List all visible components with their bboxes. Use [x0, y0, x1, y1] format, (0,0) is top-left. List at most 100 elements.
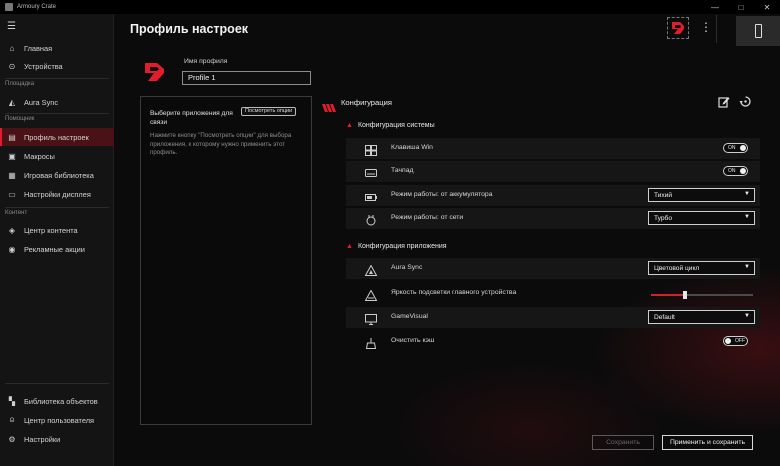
- edit-icon[interactable]: [718, 95, 730, 113]
- toggle-state: ON: [728, 168, 736, 174]
- apps-description: Нажмите кнопку "Посмотреть опции" для вы…: [150, 132, 292, 156]
- chevron-down-icon: ▼: [744, 191, 750, 197]
- section-label: Площадка: [5, 81, 35, 87]
- profile-name-input[interactable]: Profile 1: [182, 71, 311, 85]
- sidebar-item-display-settings[interactable]: ▭ Настройки дисплея: [0, 185, 114, 203]
- setting-row-battery-mode: Режим работы: от аккумулятора Тихий ▼: [346, 185, 760, 206]
- window-title: Armoury Crate: [17, 4, 57, 10]
- chevron-down-icon: ▼: [744, 264, 750, 270]
- profile-icon: ▤: [8, 132, 16, 142]
- devices-icon: ⊙: [8, 61, 16, 71]
- toggle-knob: [725, 338, 731, 344]
- save-button[interactable]: Сохранить: [592, 435, 654, 450]
- menu-icon[interactable]: ☰: [7, 21, 16, 32]
- sidebar-item-devices[interactable]: ⊙ Устройства: [0, 57, 114, 75]
- sidebar-item-game-library[interactable]: ▦ Игровая библиотека: [0, 166, 114, 184]
- slider-fill: [651, 294, 685, 296]
- sidebar-item-label: Библиотека объектов: [24, 396, 98, 406]
- app-logo-icon: [5, 3, 13, 11]
- sidebar-item-label: Настройки: [24, 434, 61, 444]
- sidebar-item-label: Устройства: [24, 61, 63, 71]
- divider: [716, 15, 717, 43]
- setting-row-ac-mode: Режим работы: от сети Турбо ▼: [346, 208, 760, 229]
- setting-label: Очистить кэш: [391, 337, 435, 344]
- clear-cache-toggle[interactable]: OFF: [723, 336, 748, 346]
- chevron-down-icon: ▼: [744, 313, 750, 319]
- apply-save-button[interactable]: Применить и сохранить: [662, 435, 753, 450]
- apps-title: Выберите приложения для связи: [150, 110, 233, 126]
- ac-mode-select[interactable]: Турбо ▼: [648, 211, 755, 225]
- sidebar-item-user-center[interactable]: ⍝ Центр пользователя: [0, 411, 114, 429]
- section-title: Конфигурация приложения: [357, 243, 447, 250]
- sidebar-item-assets-library[interactable]: ▚ Библиотека объектов: [0, 392, 114, 410]
- config-title: Конфигурация: [341, 98, 392, 107]
- battery-icon: [365, 190, 377, 201]
- sidebar-item-label: Игровая библиотека: [24, 170, 94, 180]
- broom-icon: [365, 336, 377, 349]
- close-button[interactable]: ✕: [754, 3, 780, 12]
- chevron-down-icon: ▼: [744, 214, 750, 220]
- sidebar-item-content-center[interactable]: ◈ Центр контента: [0, 221, 114, 239]
- title-bar: Armoury Crate — □ ✕: [0, 0, 780, 14]
- setting-label: Тачпад: [391, 167, 414, 174]
- maximize-button[interactable]: □: [728, 3, 754, 12]
- profile-name-label: Имя профиля: [184, 58, 228, 65]
- slider-thumb[interactable]: [682, 291, 687, 299]
- sidebar-item-promotions[interactable]: ◉ Рекламные акции: [0, 240, 114, 258]
- setting-row-clear-cache: Очистить кэш OFF: [346, 331, 760, 352]
- sidebar-item-macros[interactable]: ▣ Макросы: [0, 147, 114, 165]
- aura-icon: ◭: [8, 97, 16, 107]
- gamevisual-select[interactable]: Default ▼: [648, 310, 755, 324]
- config-mark-icon: [322, 99, 336, 117]
- windows-key-icon: [365, 143, 377, 156]
- section-label: Помощник: [5, 116, 35, 122]
- aura-sync-select[interactable]: Цветовой цикл ▼: [648, 261, 755, 275]
- library-icon: ▦: [8, 170, 16, 180]
- battery-mode-select[interactable]: Тихий ▼: [648, 188, 755, 202]
- section-title: Конфигурация системы: [357, 122, 435, 129]
- setting-row-win-key: Клавиша Win ON: [346, 138, 760, 159]
- setting-label: Яркость подсветки главного устройства: [391, 289, 517, 296]
- device-button[interactable]: [736, 16, 780, 46]
- touchpad-toggle[interactable]: ON: [723, 166, 748, 176]
- sidebar-item-label: Центр контента: [24, 225, 78, 235]
- sidebar-item-settings[interactable]: ⚙ Настройки: [0, 430, 114, 448]
- reset-icon[interactable]: [739, 95, 752, 113]
- sidebar-item-home[interactable]: ⌂ Главная: [0, 39, 114, 57]
- sidebar-item-aura-sync[interactable]: ◭ Aura Sync: [0, 93, 114, 111]
- phone-icon: [754, 24, 762, 38]
- power-plug-icon: [365, 213, 377, 226]
- macros-icon: ▣: [8, 151, 16, 161]
- select-value: Тихий: [654, 192, 673, 199]
- toggle-knob: [740, 168, 746, 174]
- sidebar-item-label: Рекламные акции: [24, 244, 85, 254]
- rog-logo-icon: [672, 22, 684, 34]
- aura-icon: [364, 263, 378, 276]
- app-config-section: ▲ Конфигурация приложения: [346, 243, 447, 250]
- touchpad-icon: [365, 166, 377, 177]
- setting-row-brightness: Яркость подсветки главного устройства: [346, 283, 760, 304]
- home-icon: ⌂: [9, 43, 15, 53]
- divider: [5, 113, 109, 114]
- content-center-icon: ◈: [8, 225, 16, 235]
- setting-label: Режим работы: от аккумулятора: [391, 191, 493, 198]
- section-label: Контент: [5, 210, 28, 216]
- system-config-section: ▲ Конфигурация системы: [346, 122, 435, 129]
- toggle-state: ON: [728, 145, 736, 151]
- sidebar: ☰ ⌂ Главная ⊙ Устройства Площадка ◭ Aura…: [0, 14, 114, 466]
- brightness-slider[interactable]: [651, 291, 753, 299]
- sidebar-item-label: Макросы: [24, 151, 55, 161]
- divider: [5, 383, 109, 384]
- minimize-button[interactable]: —: [702, 3, 728, 12]
- sidebar-item-profile[interactable]: ▤ Профиль настроек: [0, 128, 114, 146]
- aura-brightness-icon: [364, 288, 378, 301]
- device-logo-button[interactable]: [667, 17, 689, 39]
- more-options-icon[interactable]: ⋮: [700, 20, 712, 34]
- setting-row-gamevisual: GameVisual Default ▼: [346, 307, 760, 328]
- divider: [5, 207, 109, 208]
- win-key-toggle[interactable]: ON: [723, 143, 748, 153]
- setting-label: Клавиша Win: [391, 144, 433, 151]
- profile-logo-icon: [144, 62, 166, 87]
- view-options-button[interactable]: Посмотреть опции: [241, 107, 297, 116]
- monitor-icon: [365, 312, 377, 325]
